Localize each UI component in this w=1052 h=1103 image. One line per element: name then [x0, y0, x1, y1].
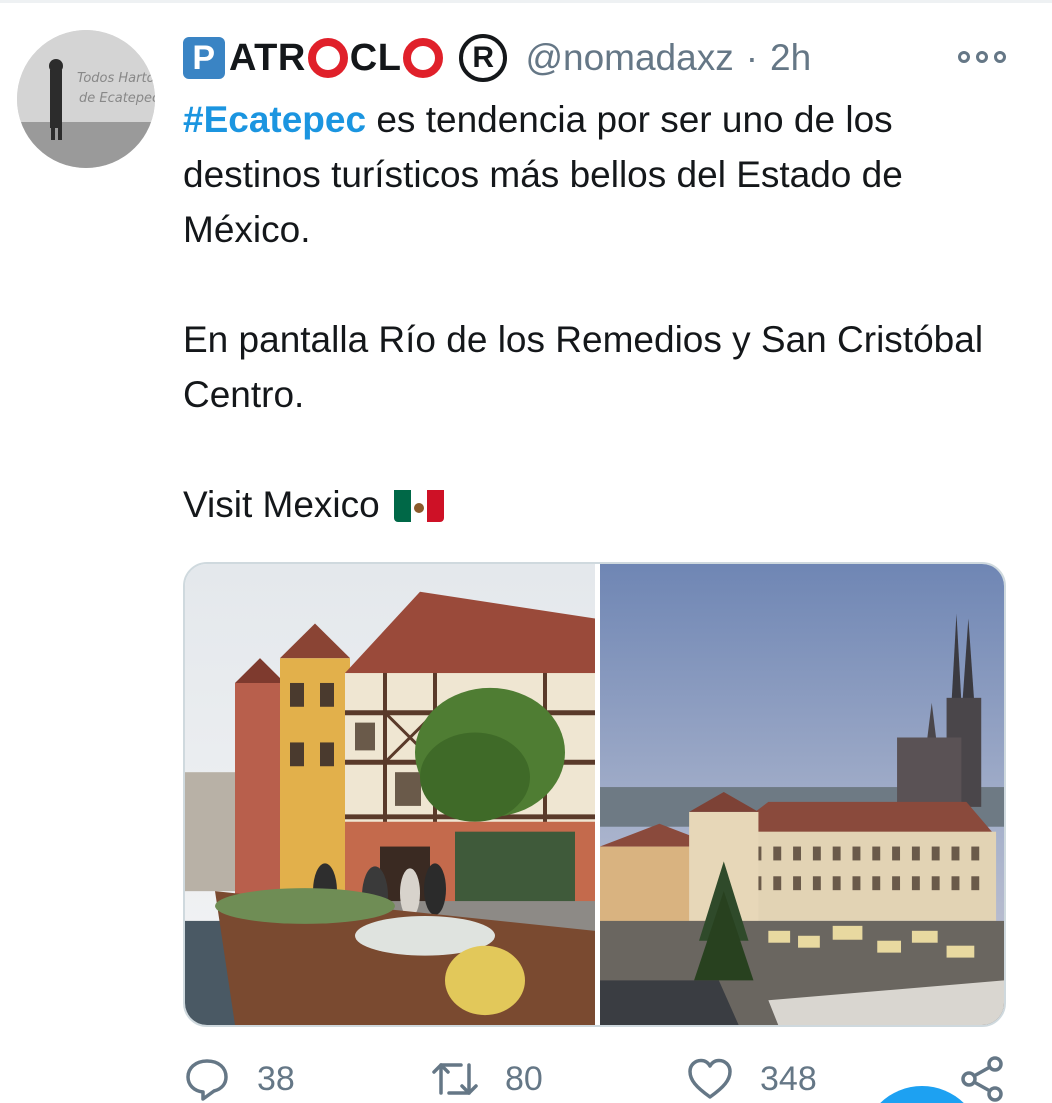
like-button[interactable]: 348 — [686, 1055, 817, 1103]
author-name-part-2: CL — [349, 36, 402, 79]
heart-icon — [688, 1058, 732, 1099]
retweet-count: 80 — [505, 1059, 543, 1098]
registered-mark-icon: R — [459, 34, 508, 82]
top-divider — [0, 0, 1052, 3]
more-options-icon[interactable] — [958, 48, 1006, 66]
red-ring-icon — [403, 38, 444, 78]
reply-count: 38 — [257, 1059, 295, 1098]
tweet-body: #Ecatepec es tendencia por ser uno de lo… — [183, 92, 1023, 532]
mexico-flag-icon — [393, 486, 444, 523]
retweet-button[interactable]: 80 — [431, 1055, 543, 1103]
tweet-text-3: Visit Mexico — [183, 484, 380, 525]
svg-text:Todos Hartos: Todos Hartos — [77, 71, 155, 86]
tweet-paragraph-1: #Ecatepec es tendencia por ser uno de lo… — [183, 92, 1023, 257]
hashtag-link[interactable]: #Ecatepec — [183, 99, 366, 140]
red-ring-icon — [307, 38, 348, 78]
separator-dot: · — [745, 37, 759, 78]
avatar[interactable]: Todos Hartos de Ecatepec — [17, 30, 155, 168]
photo-city-square[interactable] — [600, 564, 1004, 1025]
tweet-header: P ATR CL R @nomadaxz · 2h — [183, 28, 811, 88]
retweet-icon — [432, 1063, 478, 1095]
like-count: 348 — [760, 1059, 817, 1098]
svg-text:de Ecatepec: de Ecatepec — [79, 91, 155, 106]
reply-button[interactable]: 38 — [183, 1055, 295, 1103]
share-button[interactable] — [958, 1055, 1006, 1103]
author-name-part-1: ATR — [229, 36, 306, 79]
tweet-paragraph-3: Visit Mexico — [183, 477, 1023, 532]
photo-half-timbered-street[interactable] — [185, 564, 595, 1025]
reply-icon — [186, 1059, 228, 1101]
author-name[interactable]: P ATR CL R — [183, 34, 508, 82]
author-handle[interactable]: @nomadaxz — [525, 37, 733, 79]
p-badge-logo: P — [183, 37, 225, 79]
tweet-media[interactable] — [183, 562, 1006, 1027]
tweet-paragraph-2: En pantalla Río de los Remedios y San Cr… — [183, 319, 984, 415]
tweet-timestamp[interactable]: 2h — [770, 37, 811, 79]
share-icon — [961, 1056, 1003, 1102]
